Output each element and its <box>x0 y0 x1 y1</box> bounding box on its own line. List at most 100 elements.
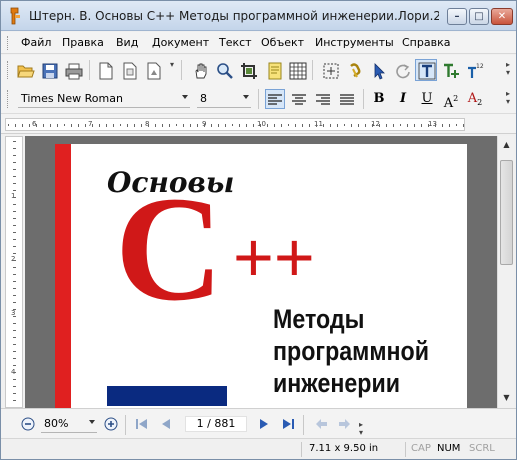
document-view[interactable]: C Основы ++ Методы программной инженерии <box>25 136 497 408</box>
ruler-tick <box>218 124 219 127</box>
cover-plus-signs: ++ <box>233 218 315 296</box>
menu-text[interactable]: Текст <box>219 36 252 49</box>
open-button[interactable] <box>14 59 36 81</box>
ruler-tick <box>232 124 233 126</box>
ruler-tick <box>13 323 16 324</box>
ruler-tick <box>13 211 16 212</box>
go-back-icon[interactable] <box>315 417 329 431</box>
align-left-icon <box>268 94 282 105</box>
last-page-icon[interactable] <box>281 417 295 431</box>
ruler-tick <box>148 124 149 127</box>
menu-object[interactable]: Объект <box>261 36 304 49</box>
ruler-tick <box>155 124 156 127</box>
document-page[interactable]: C Основы ++ Методы программной инженерии <box>55 144 467 408</box>
grid-button[interactable] <box>286 59 308 81</box>
hand-tool-icon <box>195 63 207 79</box>
ruler-tick <box>13 344 16 345</box>
toolbar-overflow-chevron[interactable]: ▸ ▾ <box>504 90 512 108</box>
menu-help[interactable]: Справка <box>402 36 450 49</box>
maximize-button[interactable]: □ <box>469 8 489 25</box>
minimize-button[interactable]: – <box>447 8 467 25</box>
italic-button[interactable]: I <box>393 89 413 109</box>
vertical-scrollbar[interactable]: ▲ ▼ <box>497 136 514 408</box>
first-page-icon[interactable] <box>135 417 149 431</box>
menu-tools[interactable]: Инструменты <box>315 36 394 49</box>
vertical-text-button[interactable]: 123 <box>463 59 485 81</box>
toolbar-grip[interactable] <box>7 61 10 79</box>
title-bar[interactable]: Штерн. В. Основы C++ Методы программной … <box>1 1 516 31</box>
scroll-lock-status: SCRL <box>469 443 495 454</box>
note-button[interactable] <box>263 59 285 81</box>
ruler-tick <box>414 124 415 127</box>
subscript-mark: 2 <box>477 98 483 107</box>
close-button[interactable]: ✕ <box>491 8 513 25</box>
ruler-tick <box>13 141 16 142</box>
rotate-button[interactable] <box>391 59 413 81</box>
ruler-tick <box>71 124 72 127</box>
page-view-button[interactable] <box>142 59 164 81</box>
ruler-tick <box>13 246 16 247</box>
subscript-button[interactable]: A2 <box>465 89 485 109</box>
align-left-button[interactable] <box>265 89 285 109</box>
ruler-number: 2 <box>11 255 16 263</box>
toolbar-separator <box>303 415 304 435</box>
toolbar-overflow-chevron[interactable]: ▸ ▾ <box>359 421 363 437</box>
justify-button[interactable] <box>337 89 357 109</box>
print-button[interactable] <box>62 59 84 81</box>
toolbar-grip[interactable] <box>7 90 10 108</box>
add-text-button[interactable] <box>439 59 461 81</box>
menu-grip[interactable] <box>7 36 10 50</box>
status-separator <box>405 442 406 457</box>
ruler-tick <box>442 124 443 127</box>
menu-file[interactable]: Файл <box>21 36 51 49</box>
new-page-button[interactable] <box>94 59 116 81</box>
page-number-input[interactable]: 1 / 881 <box>185 416 247 432</box>
close-icon: ✕ <box>497 11 507 22</box>
ruler-tick <box>85 124 86 127</box>
superscript-button[interactable]: A2 <box>441 89 461 111</box>
pointer-button[interactable] <box>367 59 389 81</box>
scrollbar-thumb[interactable] <box>500 160 513 265</box>
bold-button[interactable]: B <box>369 89 389 109</box>
caps-lock-status: CAP <box>411 443 431 454</box>
minimize-icon: – <box>454 11 460 22</box>
menu-edit[interactable]: Правка <box>62 36 104 49</box>
ruler-tick <box>13 183 16 184</box>
next-page-icon[interactable] <box>257 417 271 431</box>
ruler-tick <box>421 124 422 127</box>
scroll-down-icon[interactable]: ▼ <box>500 391 513 405</box>
underline-button[interactable]: U <box>417 89 437 109</box>
toolbar-overflow-chevron[interactable]: ▸ ▾ <box>504 61 512 79</box>
align-center-button[interactable] <box>289 89 309 109</box>
previous-page-icon[interactable] <box>159 417 173 431</box>
zoom-out-icon[interactable] <box>21 417 35 431</box>
crop-tool-button[interactable] <box>237 59 259 81</box>
link-tool-button[interactable] <box>343 59 365 81</box>
toolbar-overflow-chevron[interactable]: ▾ <box>168 61 176 79</box>
menu-view[interactable]: Вид <box>116 36 138 49</box>
ruler-tick <box>456 124 457 126</box>
page-button[interactable] <box>118 59 140 81</box>
ruler-tick <box>316 124 317 127</box>
cover-blue-bar <box>107 386 227 406</box>
font-name-select[interactable]: Times New Roman <box>18 90 190 108</box>
ruler-tick <box>99 124 100 127</box>
zoom-tool-icon <box>217 63 233 79</box>
ruler-tick <box>267 124 268 127</box>
font-size-select[interactable]: 8 <box>197 90 251 108</box>
align-right-button[interactable] <box>313 89 333 109</box>
go-forward-icon[interactable] <box>337 417 351 431</box>
ruler-tick <box>463 124 464 127</box>
menu-document[interactable]: Документ <box>152 36 209 49</box>
hand-tool-button[interactable] <box>189 59 211 81</box>
zoom-in-icon[interactable] <box>104 417 118 431</box>
zoom-select[interactable]: 80% <box>41 415 97 433</box>
ruler-tick <box>323 124 324 127</box>
save-button[interactable] <box>38 59 60 81</box>
zoom-tool-button[interactable] <box>213 59 235 81</box>
select-area-button[interactable] <box>319 59 341 81</box>
toolbar-separator <box>312 60 313 80</box>
scroll-up-icon[interactable]: ▲ <box>500 138 513 152</box>
ruler-tick <box>13 218 16 219</box>
text-tool-button[interactable] <box>415 59 437 81</box>
